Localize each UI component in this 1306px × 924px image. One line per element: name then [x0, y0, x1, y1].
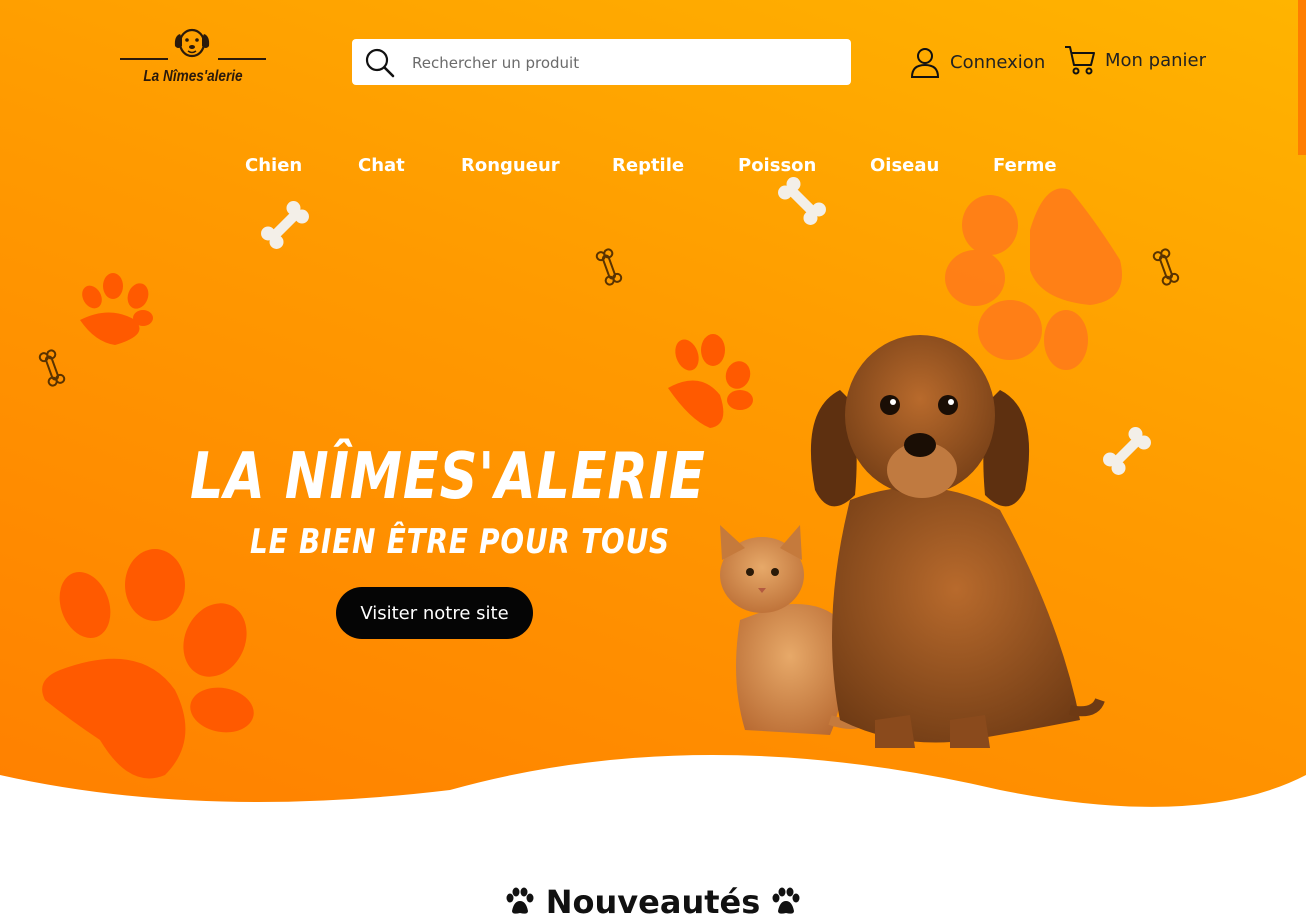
cart-label: Mon panier [1105, 49, 1207, 71]
category-nav: Chien Chat Rongueur Reptile Poisson Oise… [0, 155, 1306, 181]
login-button[interactable]: Connexion [908, 44, 1045, 80]
paw-icon [506, 887, 534, 914]
visit-site-button[interactable]: Visiter notre site [336, 587, 533, 639]
search-icon[interactable] [364, 47, 396, 79]
nav-item-poisson[interactable]: Poisson [738, 155, 816, 176]
hero-subtitle: LE BIEN ÊTRE POUR TOUS [250, 522, 670, 562]
cart-icon [1065, 46, 1095, 75]
paw-icon [772, 887, 800, 914]
search-bar [352, 39, 851, 87]
scrollbar-thumb[interactable] [1298, 0, 1306, 155]
nav-item-chat[interactable]: Chat [358, 155, 405, 176]
dog-logo-icon [174, 28, 210, 58]
section-title: Nouveautés [545, 883, 761, 921]
search-input[interactable] [410, 39, 844, 87]
cart-button[interactable]: Mon panier [1063, 42, 1206, 78]
hero-banner: La Nîmes'alerie Connexion Mon panier Chi… [0, 0, 1306, 830]
nav-item-reptile[interactable]: Reptile [612, 155, 684, 176]
nav-item-rongueur[interactable]: Rongueur [461, 155, 560, 176]
user-icon [910, 48, 940, 78]
hero-wave [0, 755, 1306, 830]
brand-name: La Nîmes'alerie [143, 68, 243, 85]
brand-logo[interactable]: La Nîmes'alerie [120, 26, 266, 90]
nav-item-chien[interactable]: Chien [245, 155, 302, 176]
new-products-heading: Nouveautés [0, 880, 1306, 924]
hero-title: LA NÎMES'ALERIE [190, 440, 706, 514]
nav-item-oiseau[interactable]: Oiseau [870, 155, 939, 176]
nav-item-ferme[interactable]: Ferme [993, 155, 1057, 176]
login-label: Connexion [950, 51, 1046, 73]
